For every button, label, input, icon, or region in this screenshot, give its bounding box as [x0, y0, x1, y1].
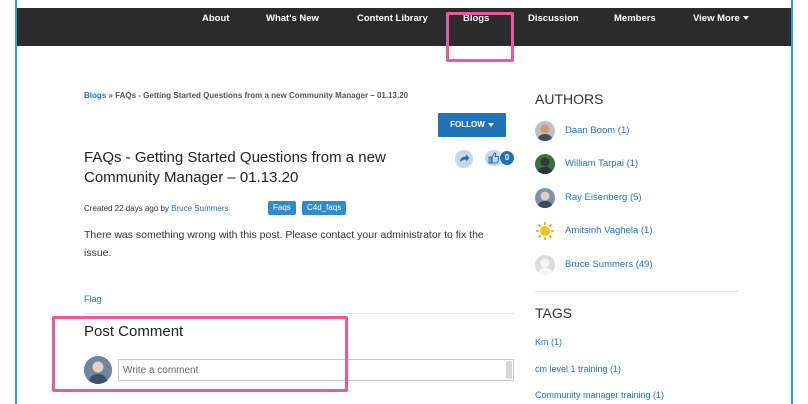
chevron-down-icon [487, 122, 494, 127]
sidebar-tag-km[interactable]: Km (1) [535, 337, 562, 347]
sun-icon [535, 221, 555, 241]
author-name: Bruce Summers (49) [565, 259, 653, 270]
share-button[interactable] [455, 150, 473, 168]
post-comment-heading: Post Comment [84, 323, 184, 340]
follow-button[interactable]: FOLLOW [438, 113, 506, 137]
author-name: Amitsinh Vaghela (1) [565, 225, 653, 236]
sidebar-tag-community-manager-training[interactable]: Community manager training (1) [535, 390, 664, 400]
nav-item-whats-new[interactable]: What's New [266, 0, 319, 38]
avatar [535, 121, 555, 141]
author-name: William Tarpai (1) [565, 158, 639, 169]
default-user-icon [535, 255, 555, 275]
author-name: Daan Boom (1) [565, 125, 630, 136]
flag-link[interactable]: Flag [84, 294, 102, 304]
input-scrollbar[interactable] [506, 361, 512, 379]
comment-input[interactable] [118, 359, 514, 381]
created-text: Created 22 days ago by [84, 204, 172, 213]
page-frame [15, 0, 793, 404]
like-count-badge: 0 [499, 150, 515, 166]
breadcrumb-current: FAQs - Getting Started Questions from a … [115, 91, 409, 100]
view-more-label: View More [693, 13, 740, 24]
nav-item-members[interactable]: Members [614, 0, 656, 38]
avatar [535, 154, 555, 174]
breadcrumb-separator: » [106, 91, 116, 100]
post-meta: Created 22 days ago by Bruce Summers [84, 204, 229, 213]
nav-item-content-library[interactable]: Content Library [357, 0, 428, 38]
post-title: FAQs - Getting Started Questions from a … [84, 149, 386, 186]
nav-item-view-more[interactable]: View More [693, 0, 749, 38]
avatar [535, 188, 555, 208]
sidebar-tag-cm-level-1-training[interactable]: cm level 1 training (1) [535, 364, 621, 374]
authors-heading: AUTHORS [535, 91, 604, 107]
divider [535, 291, 739, 292]
tags-heading: TAGS [535, 305, 573, 321]
chevron-down-icon [742, 16, 749, 21]
share-arrow-icon [460, 154, 470, 162]
nav-item-discussion[interactable]: Discussion [528, 0, 579, 38]
post-body: There was something wrong with this post… [84, 229, 484, 259]
divider [84, 313, 514, 314]
avatar [84, 356, 112, 384]
nav-item-about[interactable]: About [202, 0, 229, 38]
tag-c4d-faqs[interactable]: C4d_faqs [302, 201, 347, 215]
tag-faqs[interactable]: Faqs [268, 201, 296, 215]
post-author-link[interactable]: Bruce Summers [171, 204, 228, 213]
follow-label: FOLLOW [450, 120, 485, 129]
nav-item-blogs[interactable]: Blogs [463, 0, 489, 38]
like-button[interactable]: 0 [485, 150, 515, 166]
author-name: Ray Eisenberg (5) [565, 192, 642, 203]
breadcrumb: Blogs » FAQs - Getting Started Questions… [84, 91, 408, 100]
breadcrumb-link-blogs[interactable]: Blogs [84, 91, 106, 100]
